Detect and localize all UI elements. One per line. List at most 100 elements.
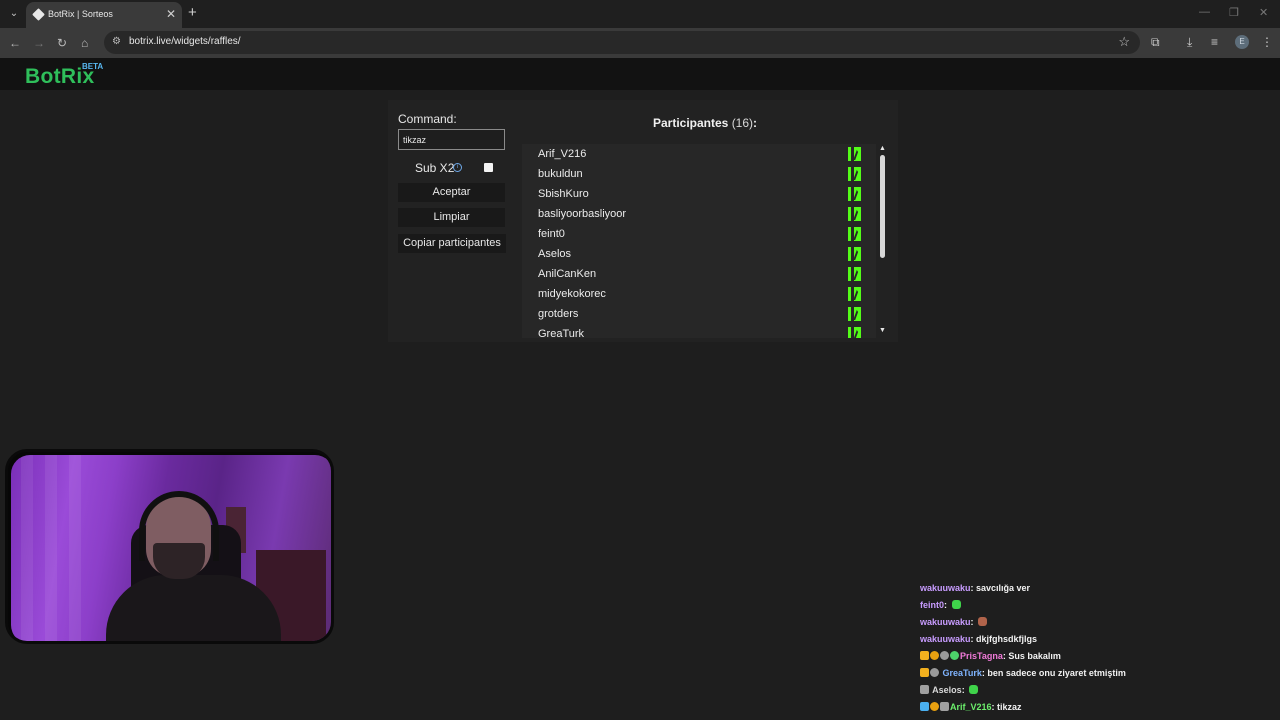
profile-avatar[interactable]: E — [1235, 35, 1249, 49]
participant-row[interactable]: grotders — [522, 304, 876, 324]
participant-row[interactable]: Aselos — [522, 244, 876, 264]
chat-text: savcılığa ver — [976, 583, 1031, 593]
command-input[interactable] — [398, 129, 505, 150]
kick-icon — [848, 327, 861, 338]
chat-username: GreaTurk — [942, 668, 982, 678]
participant-row[interactable]: Arif_V216 — [522, 144, 876, 164]
chat-text: Sus bakalım — [1008, 651, 1061, 661]
kick-icon — [848, 267, 861, 281]
scroll-thumb[interactable] — [880, 155, 885, 258]
sword-badge-icon — [920, 702, 929, 711]
chat-message: GreaTurk: ben sadece onu ziyaret etmişti… — [920, 668, 1126, 685]
media-queue-icon[interactable]: ≡ — [1211, 35, 1218, 49]
chat-message: PrisTagna: Sus bakalım — [920, 651, 1061, 668]
more-menu-icon[interactable]: ⋮ — [1261, 35, 1273, 49]
participants-heading: Participantes (16): — [522, 116, 888, 130]
participant-row[interactable]: AnilCanKen — [522, 264, 876, 284]
participants-count: (16) — [731, 116, 754, 130]
maximize-icon[interactable]: ❐ — [1229, 6, 1239, 19]
sword-badge-icon — [920, 685, 929, 694]
participant-name: midyekokorec — [538, 288, 606, 300]
chat-emote-icon — [978, 617, 988, 626]
url-text: botrix.live/widgets/raffles/ — [129, 36, 241, 47]
chat-emote-icon — [969, 685, 979, 694]
kick-icon — [848, 227, 861, 241]
chat-message: wakuuwaku: — [920, 617, 988, 634]
kick-icon — [848, 247, 861, 261]
command-label: Command: — [398, 112, 457, 126]
clear-button[interactable]: Limpiar — [398, 208, 505, 227]
browser-tab[interactable]: BotRix | Sorteos ✕ — [26, 2, 182, 28]
address-bar[interactable]: ⚙ botrix.live/widgets/raffles/ ☆ — [104, 31, 1140, 54]
tab-title: BotRix | Sorteos — [48, 9, 113, 19]
beta-badge: BETA — [82, 62, 104, 71]
webcam-overlay — [5, 449, 334, 644]
info-icon[interactable]: i — [453, 163, 462, 172]
site-settings-icon[interactable]: ⚙ — [112, 36, 121, 47]
scroll-down-icon[interactable]: ▼ — [879, 327, 886, 334]
webcam-feed — [11, 455, 331, 641]
chat-text: dkjfghsdkfjlgs — [976, 634, 1038, 644]
accept-button[interactable]: Aceptar — [398, 183, 505, 202]
bookmark-star-icon[interactable]: ☆ — [1118, 34, 1130, 50]
participant-row[interactable]: feint0 — [522, 224, 876, 244]
chat-username: wakuuwaku — [920, 617, 971, 627]
gift-badge-icon — [930, 668, 939, 677]
participant-row[interactable]: GreaTurk — [522, 324, 876, 338]
chat-message: Aselos: — [920, 685, 979, 702]
kick-icon — [848, 167, 861, 181]
chat-message: feint0: — [920, 600, 961, 617]
extensions-icon[interactable]: ⧉ — [1151, 35, 1160, 50]
subscriber-badge-icon — [930, 702, 939, 711]
close-tab-icon[interactable]: ✕ — [166, 7, 176, 21]
chat-username: feint0 — [920, 600, 945, 610]
kick-icon — [848, 307, 861, 321]
headset-icon — [139, 491, 219, 561]
browser-tab-bar: ⌄ BotRix | Sorteos ✕ + — ❐ ✕ — [0, 0, 1280, 28]
participant-row[interactable]: bukuldun — [522, 164, 876, 184]
participants-colon: : — [753, 116, 758, 130]
participants-title: Participantes — [652, 116, 729, 130]
botrix-favicon-icon — [32, 8, 45, 21]
kick-icon — [848, 147, 861, 161]
participant-name: basliyoorbasliyoor — [538, 208, 627, 220]
window-close-icon[interactable]: ✕ — [1259, 6, 1268, 19]
chat-text: ben sadece onu ziyaret etmiştim — [987, 668, 1126, 678]
participant-name: grotders — [538, 308, 579, 320]
crown-badge-icon — [920, 668, 929, 677]
chat-emote-icon — [951, 600, 961, 609]
copy-participants-button[interactable]: Copiar participantes — [398, 234, 506, 253]
participant-row[interactable]: SbishKuro — [522, 184, 876, 204]
home-icon[interactable]: ⌂ — [81, 35, 88, 51]
participants-list[interactable]: Arif_V216 bukuldun SbishKuro basliyoorba… — [522, 144, 876, 338]
chat-username: wakuuwaku — [920, 634, 971, 644]
chat-text: tikzaz — [997, 702, 1022, 712]
sword-badge-icon — [940, 702, 949, 711]
participant-name: Aselos — [538, 248, 572, 260]
chat-username: Aselos — [932, 685, 962, 695]
sub-x2-checkbox[interactable] — [484, 163, 493, 172]
reload-icon[interactable]: ↻ — [57, 35, 67, 51]
participant-row[interactable]: midyekokorec — [522, 284, 876, 304]
chat-message: wakuuwaku: dkjfghsdkfjlgs — [920, 634, 1038, 644]
browser-toolbar: ← → ↻ ⌂ ⚙ botrix.live/widgets/raffles/ ☆… — [0, 28, 1280, 58]
kick-icon — [848, 187, 861, 201]
minimize-icon[interactable]: — — [1199, 6, 1210, 18]
scroll-up-icon[interactable]: ▲ — [879, 145, 886, 152]
site-header — [0, 58, 1280, 90]
forward-icon[interactable]: → — [33, 35, 45, 51]
new-tab-icon[interactable]: + — [188, 5, 197, 21]
participant-name: AnilCanKen — [538, 268, 597, 280]
tab-search-icon[interactable]: ⌄ — [6, 6, 22, 22]
verified-badge-icon — [950, 651, 959, 660]
participant-name: SbishKuro — [538, 188, 589, 200]
download-icon[interactable]: ⤓ — [1187, 35, 1192, 50]
crown-badge-icon — [920, 651, 929, 660]
chat-message: Arif_V216: tikzaz — [920, 702, 1022, 719]
kick-icon — [848, 287, 861, 301]
chat-username: Arif_V216 — [950, 702, 992, 712]
participant-row[interactable]: basliyoorbasliyoor — [522, 204, 876, 224]
back-icon[interactable]: ← — [9, 35, 21, 51]
sub-x2-label: Sub X2 — [415, 161, 455, 175]
participant-name: Arif_V216 — [538, 148, 587, 160]
